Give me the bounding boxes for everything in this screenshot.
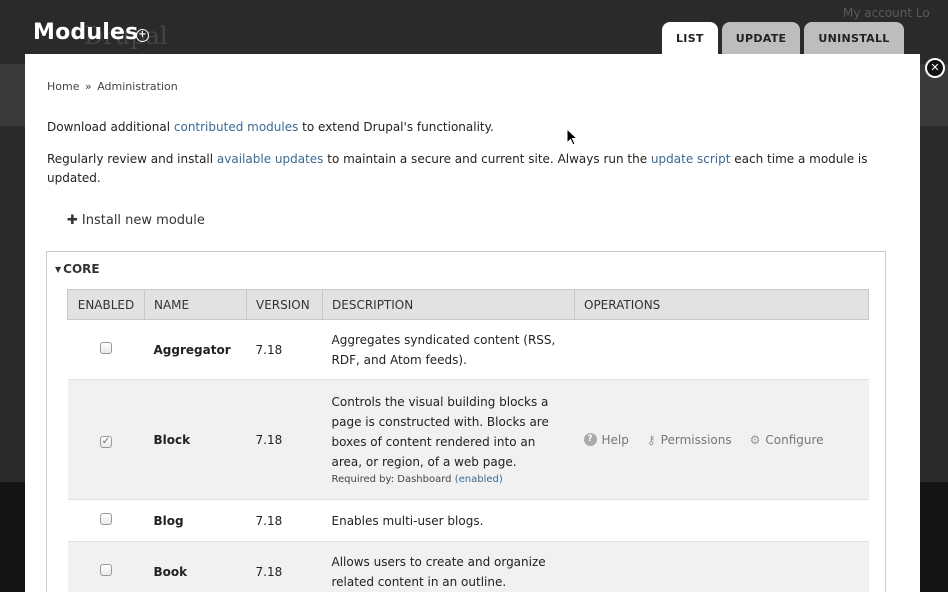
install-new-module-label: Install new module [81,213,205,228]
available-updates-link[interactable]: available updates [217,152,324,166]
configure-label: Configure [765,432,824,447]
tab-uninstall[interactable]: UNINSTALL [804,22,904,54]
close-overlay-button[interactable]: ✕ [925,58,945,78]
enabled-cell [67,499,145,542]
module-description: Allows users to create and organize rela… [322,541,575,592]
column-header-enabled: ENABLED [67,289,145,320]
update-script-link[interactable]: update script [651,152,731,166]
required-by-text: Required by: Dashboard [331,473,455,485]
intro-updates: Regularly review and install available u… [47,150,897,188]
intro-text: Regularly review and install [47,152,217,166]
install-new-module-link[interactable]: ✚ Install new module [67,213,205,228]
required-by-status: (enabled) [454,473,503,485]
enable-checkbox-blog[interactable] [100,512,112,525]
table-row: ✓ Block 7.18 Controls the visual buildin… [67,379,869,500]
add-shortcut-icon[interactable]: + [136,29,149,42]
overlay-tabs: LIST UPDATE UNINSTALL [662,22,908,54]
breadcrumb-separator: » [84,80,92,93]
background-my-account-link: My account Lo [843,6,930,20]
table-row: Book 7.18 Allows users to create and org… [67,541,869,592]
triangle-down-icon: ▼ [55,265,62,274]
contributed-modules-link[interactable]: contributed modules [174,120,298,134]
module-description: Enables multi-user blogs. [322,499,575,542]
fieldset-legend-core[interactable]: ▼ CORE [55,262,100,276]
module-operations [574,499,869,542]
module-name: Blog [144,499,247,542]
table-row: Blog 7.18 Enables multi-user blogs. [67,499,869,542]
module-operations [574,319,869,380]
module-version: 7.18 [246,541,323,592]
module-version: 7.18 [246,499,323,542]
close-icon: ✕ [927,60,943,76]
module-operations [574,541,869,592]
module-name: Book [144,541,247,592]
mouse-pointer-icon [566,128,579,146]
module-name: Aggregator [144,319,247,380]
enable-checkbox-book[interactable] [100,563,112,576]
enabled-cell [67,541,145,592]
table-header-row: ENABLED NAME VERSION DESCRIPTION OPERATI… [67,289,869,320]
table-row: Aggregator 7.18 Aggregates syndicated co… [67,319,869,380]
module-description: Controls the visual building blocks a pa… [331,394,549,469]
permissions-label: Permissions [660,432,732,447]
intro-text: to extend Drupal's functionality. [298,120,494,134]
intro-download: Download additional contributed modules … [47,118,897,137]
gear-icon: ⚙ [749,432,761,447]
help-link[interactable]: ? Help [583,430,629,450]
enable-checkbox-block[interactable]: ✓ [100,435,112,448]
intro-text: Download additional [47,120,174,134]
overlay-panel: Home » Administration Download additiona… [25,54,920,592]
tab-update[interactable]: UPDATE [721,22,801,54]
column-header-name: NAME [144,289,247,320]
module-description: Aggregates syndicated content (RSS, RDF,… [322,319,575,380]
enabled-cell: ✓ [67,379,145,500]
column-header-description: DESCRIPTION [322,289,575,320]
fieldset-legend-label: CORE [63,262,100,276]
overlay-title: Modules [33,20,139,45]
enabled-cell [67,319,145,380]
module-operations: ? Help ⚷ Permissions ⚙ Configure [574,379,869,500]
column-header-operations: OPERATIONS [574,289,869,320]
column-header-version: VERSION [246,289,323,320]
tab-list[interactable]: LIST [662,22,718,54]
fieldset-core: ▼ CORE ENABLED NAME VERSION DESCRIPTION O… [46,251,886,592]
permissions-link[interactable]: ⚷ Permissions [647,430,732,450]
breadcrumb-home[interactable]: Home [47,80,79,93]
required-by: Required by: Dashboard (enabled) [332,472,566,488]
checkmark-icon: ✓ [101,435,111,447]
key-icon: ⚷ [646,432,656,447]
help-icon: ? [583,433,597,446]
plus-icon: ✚ [67,213,78,228]
breadcrumb: Home » Administration [47,80,178,93]
breadcrumb-administration[interactable]: Administration [97,80,178,93]
module-description-cell: Controls the visual building blocks a pa… [322,379,575,500]
module-name: Block [144,379,247,500]
modules-table: ENABLED NAME VERSION DESCRIPTION OPERATI… [67,289,869,592]
intro-text: to maintain a secure and current site. A… [323,152,651,166]
module-version: 7.18 [246,379,323,500]
module-version: 7.18 [246,319,323,380]
configure-link[interactable]: ⚙ Configure [750,430,824,450]
help-label: Help [601,432,629,447]
enable-checkbox-aggregator[interactable] [100,341,112,354]
